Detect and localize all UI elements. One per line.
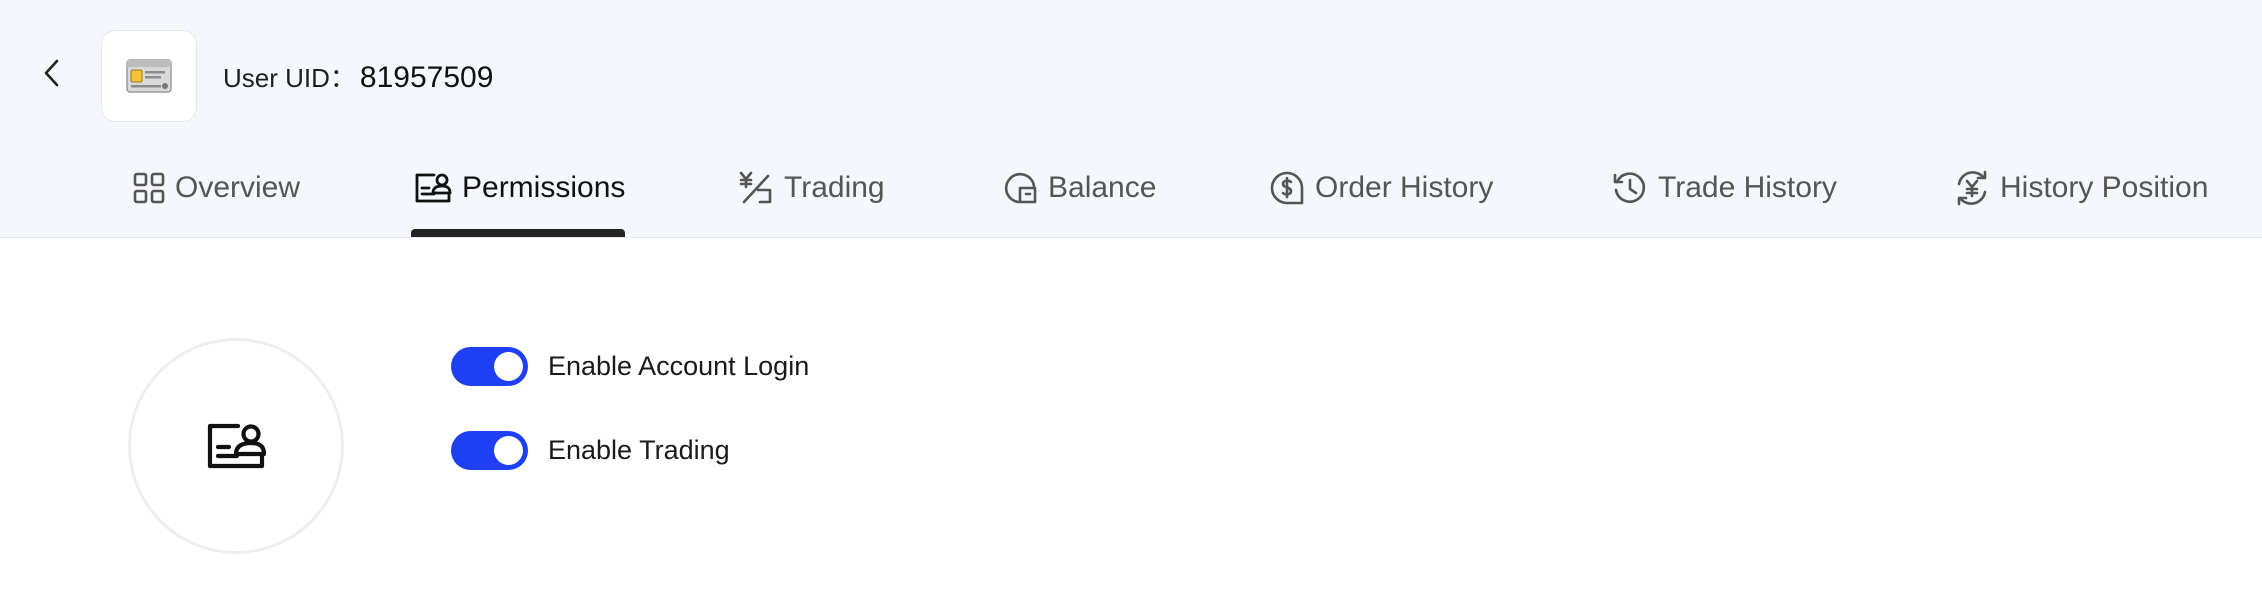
user-card-icon xyxy=(207,423,266,469)
history-clock-icon xyxy=(1613,172,1646,203)
toggle-row-trading: Enable Trading xyxy=(451,429,730,471)
yen-trade-icon xyxy=(739,171,772,204)
tab-history-position[interactable]: History Position xyxy=(1954,166,2208,210)
back-button[interactable] xyxy=(36,58,66,88)
tab-order-history[interactable]: Order History xyxy=(1269,166,1493,210)
dollar-bubble-icon xyxy=(1270,171,1304,205)
user-uid: User UID： 81957509 xyxy=(223,58,493,98)
tab-label: Trade History xyxy=(1658,171,1837,204)
chevron-left-icon xyxy=(44,59,59,87)
balance-icon xyxy=(1004,172,1037,204)
tab-overview[interactable]: Overview xyxy=(133,166,300,210)
account-login-label: Enable Account Login xyxy=(548,350,810,381)
trading-toggle[interactable] xyxy=(451,430,528,470)
tab-label: Permissions xyxy=(462,171,626,204)
tab-label: Overview xyxy=(175,171,301,204)
tab-label: Trading xyxy=(784,171,885,204)
permissions-illustration xyxy=(128,338,344,554)
tab-balance[interactable]: Balance xyxy=(1002,166,1156,210)
active-tab-indicator xyxy=(411,229,625,237)
grid-icon xyxy=(133,172,165,204)
toggle-row-account-login: Enable Account Login xyxy=(451,345,809,387)
uid-value: 81957509 xyxy=(359,61,494,94)
user-card-icon xyxy=(415,173,452,203)
tab-permissions[interactable]: Permissions xyxy=(414,166,625,210)
trading-label: Enable Trading xyxy=(548,434,730,465)
toggle-knob xyxy=(494,435,523,465)
tab-label: Balance xyxy=(1048,171,1157,204)
account-login-toggle[interactable] xyxy=(451,346,528,386)
tab-trading[interactable]: Trading xyxy=(738,166,885,210)
toggle-knob xyxy=(494,351,523,381)
tab-trade-history[interactable]: Trade History xyxy=(1612,166,1837,210)
id-card-icon xyxy=(126,59,172,93)
uid-label: User UID： xyxy=(223,63,356,93)
yen-cycle-icon xyxy=(1957,170,1987,206)
avatar xyxy=(101,30,197,122)
tab-label: Order History xyxy=(1315,171,1494,204)
page-header: User UID： 81957509 Overview Permissions xyxy=(0,0,2262,238)
tab-label: History Position xyxy=(2000,171,2209,204)
